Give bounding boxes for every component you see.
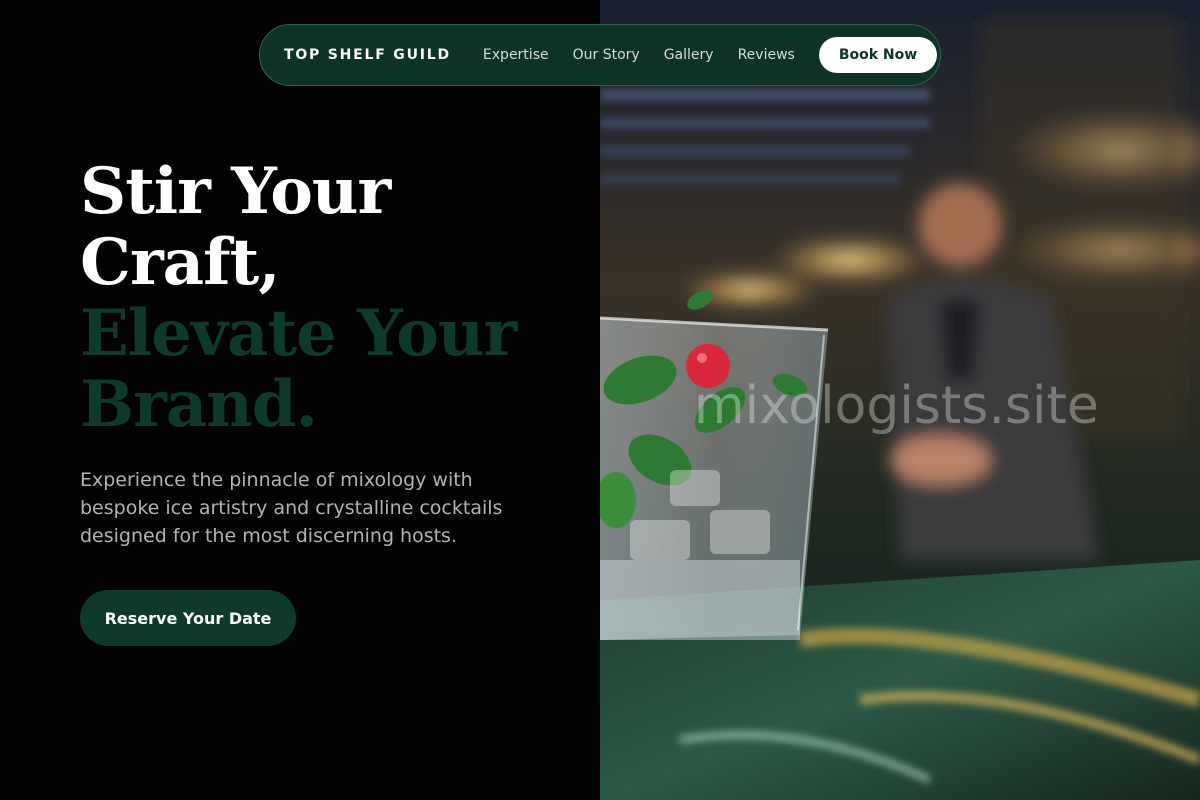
hero-title-accent-line: Brand. [80,367,318,442]
hero-title-line: Craft, [80,225,281,300]
nav-link-gallery[interactable]: Gallery [664,47,714,63]
nav-link-reviews[interactable]: Reviews [738,47,795,63]
hero-title-line: Stir Your [80,154,391,229]
nav-link-expertise[interactable]: Expertise [483,47,549,63]
hero-subtitle: Experience the pinnacle of mixology with… [80,469,503,547]
hero-title: Stir Your Craft, Elevate Your Brand. [80,156,580,440]
reserve-date-button[interactable]: Reserve Your Date [80,590,296,646]
hero-photo [600,0,1200,800]
top-navigation: TOP SHELF GUILD Expertise Our Story Gall… [259,24,941,86]
hero-title-accent-line: Elevate Your [80,296,517,371]
brand-logo[interactable]: TOP SHELF GUILD [284,47,451,63]
nav-link-our-story[interactable]: Our Story [573,47,640,63]
book-now-button[interactable]: Book Now [818,37,938,73]
